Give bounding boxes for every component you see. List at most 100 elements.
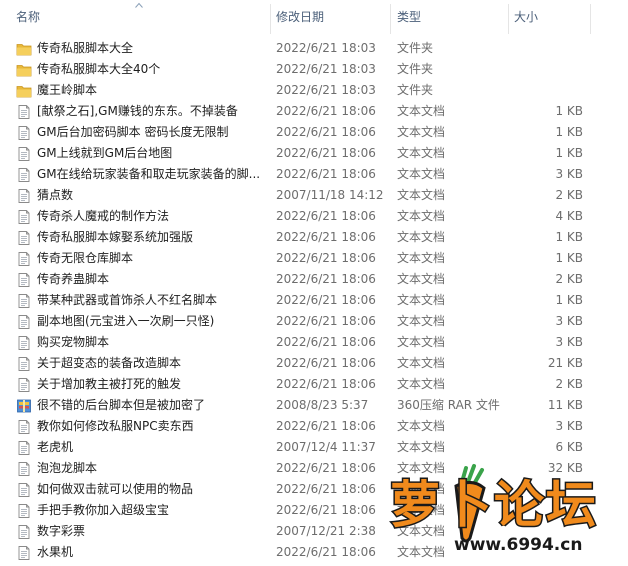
file-type: 文本文档 [397, 272, 446, 286]
file-row[interactable]: GM后台加密码脚本 密码长度无限制 2022/6/21 18:06 文本文档 1 KB [0, 122, 628, 143]
file-row[interactable]: 很不错的后台脚本但是被加密了 2008/8/23 5:37 360压缩 RAR 文件… [0, 395, 628, 416]
file-row[interactable]: 购买宠物脚本 2022/6/21 18:06 文本文档 3 KB [0, 332, 628, 353]
file-size: 3 KB [555, 419, 583, 433]
file-modified-date: 2007/11/18 14:12 [276, 188, 384, 202]
file-name: 如何做双击就可以使用的物品 [37, 482, 194, 496]
file-row[interactable]: 猜点数 2007/11/18 14:12 文本文档 2 KB [0, 185, 628, 206]
file-size: 2 KB [555, 188, 583, 202]
file-row[interactable]: 传奇私服脚本大全40个 2022/6/21 18:03 文件夹 [0, 59, 628, 80]
file-modified-date: 2022/6/21 18:06 [276, 272, 376, 286]
file-size: 1 KB [555, 104, 583, 118]
file-modified-date: 2022/6/21 18:06 [276, 356, 376, 370]
file-type: 文件夹 [397, 62, 434, 76]
file-row[interactable]: 传奇私服脚本嫁娶系统加强版 2022/6/21 18:06 文本文档 1 KB [0, 227, 628, 248]
file-type: 文本文档 [397, 335, 446, 349]
file-modified-date: 2007/12/4 11:37 [276, 440, 376, 454]
file-modified-date: 2008/8/23 5:37 [276, 398, 369, 412]
file-row[interactable]: GM上线就到GM后台地图 2022/6/21 18:06 文本文档 1 KB [0, 143, 628, 164]
file-size: 6 KB [555, 440, 583, 454]
file-size: 1 KB [555, 251, 583, 265]
file-type: 文本文档 [397, 188, 446, 202]
watermark-url: www.6994.cn [454, 535, 582, 555]
file-size: 3 KB [555, 335, 583, 349]
file-name: 老虎机 [37, 440, 74, 454]
file-row[interactable]: GM在线给玩家装备和取走玩家装备的脚... 2022/6/21 18:06 文本文档… [0, 164, 628, 185]
luobo-forum-watermark: 萝卜论坛 www.6994.cn [389, 464, 598, 555]
file-type: 文本文档 [397, 146, 446, 160]
file-modified-date: 2022/6/21 18:06 [276, 335, 376, 349]
file-name: 传奇杀人魔戒的制作方法 [37, 209, 170, 223]
file-row[interactable]: 魔王岭脚本 2022/6/21 18:03 文件夹 [0, 80, 628, 101]
file-modified-date: 2022/6/21 18:06 [276, 293, 376, 307]
file-name: 传奇无限仓库脚本 [37, 251, 134, 265]
file-name: GM上线就到GM后台地图 [37, 146, 173, 160]
file-name: 手把手教你加入超级宝宝 [37, 503, 170, 517]
column-header-name[interactable]: 名称 [16, 0, 40, 34]
file-size: 4 KB [555, 209, 583, 223]
file-row[interactable]: 关于增加教主被打死的触发 2022/6/21 18:06 文本文档 2 KB [0, 374, 628, 395]
file-type: 360压缩 RAR 文件 [397, 398, 500, 412]
file-type: 文本文档 [397, 209, 446, 223]
file-name: 传奇私服脚本嫁娶系统加强版 [37, 230, 194, 244]
file-type: 文本文档 [397, 440, 446, 454]
file-row[interactable]: 老虎机 2007/12/4 11:37 文本文档 6 KB [0, 437, 628, 458]
file-type: 文本文档 [397, 251, 446, 265]
file-modified-date: 2022/6/21 18:06 [276, 461, 376, 475]
file-row[interactable]: [献祭之石],GM赚钱的东东。不掉装备 2022/6/21 18:06 文本文档 1 … [0, 101, 628, 122]
file-name: [献祭之石],GM赚钱的东东。不掉装备 [37, 104, 238, 118]
file-name: 传奇私服脚本大全 [37, 41, 134, 55]
file-name: 水果机 [37, 545, 74, 559]
file-size: 1 KB [555, 146, 583, 160]
file-size: 21 KB [547, 356, 583, 370]
file-size [512, 38, 583, 59]
file-name: 关于增加教主被打死的触发 [37, 377, 182, 391]
file-modified-date: 2022/6/21 18:06 [276, 125, 376, 139]
file-name: 购买宠物脚本 [37, 335, 110, 349]
file-size: 3 KB [555, 167, 583, 181]
file-size: 1 KB [555, 230, 583, 244]
file-name: 猜点数 [37, 188, 74, 202]
column-header-type[interactable]: 类型 [397, 0, 421, 34]
file-modified-date: 2022/6/21 18:06 [276, 314, 376, 328]
file-modified-date: 2022/6/21 18:06 [276, 167, 376, 181]
column-divider[interactable] [390, 4, 391, 34]
file-row[interactable]: 带某种武器或首饰杀人不红名脚本 2022/6/21 18:06 文本文档 1 KB [0, 290, 628, 311]
file-modified-date: 2022/6/21 18:06 [276, 419, 376, 433]
file-modified-date: 2022/6/21 18:06 [276, 503, 376, 517]
file-name: 很不错的后台脚本但是被加密了 [37, 398, 206, 412]
file-row[interactable]: 传奇私服脚本大全 2022/6/21 18:03 文件夹 [0, 38, 628, 59]
file-size: 2 KB [555, 272, 583, 286]
file-row[interactable]: 传奇养蛊脚本 2022/6/21 18:06 文本文档 2 KB [0, 269, 628, 290]
file-size: 1 KB [555, 125, 583, 139]
column-header-size[interactable]: 大小 [514, 0, 538, 34]
column-divider[interactable] [508, 4, 509, 34]
file-type: 文本文档 [397, 293, 446, 307]
column-divider[interactable] [270, 4, 271, 34]
file-modified-date: 2022/6/21 18:06 [276, 230, 376, 244]
file-row[interactable]: 传奇杀人魔戒的制作方法 2022/6/21 18:06 文本文档 4 KB [0, 206, 628, 227]
file-name: 带某种武器或首饰杀人不红名脚本 [37, 293, 218, 307]
file-size [512, 80, 583, 101]
file-type: 文件夹 [397, 83, 434, 97]
column-divider[interactable] [590, 4, 591, 34]
file-row[interactable]: 教你如何修改私服NPC卖东西 2022/6/21 18:06 文本文档 3 KB [0, 416, 628, 437]
file-name: 数字彩票 [37, 524, 86, 538]
file-modified-date: 2022/6/21 18:06 [276, 209, 376, 223]
file-modified-date: 2007/12/21 2:38 [276, 524, 376, 538]
file-modified-date: 2022/6/21 18:06 [276, 251, 376, 265]
file-type: 文本文档 [397, 356, 446, 370]
file-row[interactable]: 关于超变态的装备改造脚本 2022/6/21 18:06 文本文档 21 KB [0, 353, 628, 374]
file-type: 文本文档 [397, 104, 446, 118]
file-row[interactable]: 传奇无限仓库脚本 2022/6/21 18:06 文本文档 1 KB [0, 248, 628, 269]
sort-ascending-icon [135, 2, 143, 8]
column-header-bar: 名称 修改日期 类型 大小 [0, 0, 628, 34]
file-type: 文本文档 [397, 230, 446, 244]
text-file-icon [16, 545, 32, 566]
file-name: 教你如何修改私服NPC卖东西 [37, 419, 194, 433]
file-name: 魔王岭脚本 [37, 83, 98, 97]
file-type: 文本文档 [397, 314, 446, 328]
column-header-date[interactable]: 修改日期 [276, 0, 324, 34]
file-type: 文本文档 [397, 377, 446, 391]
file-modified-date: 2022/6/21 18:06 [276, 482, 376, 496]
file-row[interactable]: 副本地图(元宝进入一次刷一只怪) 2022/6/21 18:06 文本文档 3 KB [0, 311, 628, 332]
